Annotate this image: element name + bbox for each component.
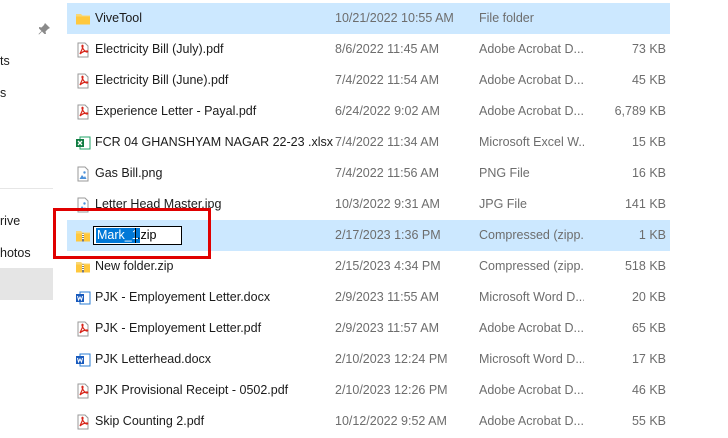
file-name: Electricity Bill (July).pdf	[95, 42, 224, 56]
file-size: 46 KB	[631, 383, 666, 397]
file-size: 16 KB	[631, 166, 666, 180]
folder-icon	[75, 11, 91, 27]
pdf-icon	[75, 383, 91, 399]
nav-item-selected[interactable]	[0, 268, 53, 300]
file-size: 17 KB	[631, 352, 666, 366]
file-row[interactable]: PJK Letterhead.docx 2/10/2023 12:24 PM Mic…	[67, 344, 670, 375]
file-name: Skip Counting 2.pdf	[95, 414, 205, 428]
file-type: Adobe Acrobat D...	[479, 321, 584, 335]
nav-divider	[0, 188, 53, 189]
file-date-modified: 6/24/2022 9:02 AM	[335, 104, 440, 118]
highlight-annotation-box	[53, 208, 211, 259]
pdf-icon	[75, 104, 91, 120]
file-date-modified: 8/6/2022 11:45 AM	[335, 42, 440, 56]
nav-item-label[interactable]: s	[0, 86, 6, 100]
file-row[interactable]: PJK Provisional Receipt - 0502.pdf 2/10/2…	[67, 375, 670, 406]
file-row[interactable]: Electricity Bill (July).pdf 8/6/2022 11:4…	[67, 34, 670, 65]
file-size: 1 KB	[638, 228, 666, 242]
image-icon	[75, 166, 91, 182]
file-row[interactable]: Electricity Bill (June).pdf 7/4/2022 11:5…	[67, 65, 670, 96]
word-icon	[75, 352, 91, 368]
pdf-icon	[75, 321, 91, 337]
file-date-modified: 2/17/2023 1:36 PM	[335, 228, 441, 242]
file-type: Adobe Acrobat D...	[479, 383, 584, 397]
file-row[interactable]: Skip Counting 2.pdf 10/12/2022 9:52 AM Ado…	[67, 406, 670, 437]
file-size: 73 KB	[631, 42, 666, 56]
file-type: Adobe Acrobat D...	[479, 414, 584, 428]
file-date-modified: 7/4/2022 11:34 AM	[335, 135, 440, 149]
scrollbar[interactable]	[718, 0, 728, 438]
file-date-modified: 2/9/2023 11:57 AM	[335, 321, 440, 335]
file-name: PJK - Employement Letter.docx	[95, 290, 271, 304]
zip-folder-icon	[75, 259, 91, 275]
file-type: File folder	[479, 11, 534, 25]
file-type: Adobe Acrobat D...	[479, 73, 584, 87]
file-date-modified: 10/3/2022 9:31 AM	[335, 197, 440, 211]
file-type: Compressed (zipp...	[479, 228, 584, 242]
pdf-icon	[75, 42, 91, 58]
file-size: 65 KB	[631, 321, 666, 335]
excel-icon	[75, 135, 91, 151]
file-date-modified: 7/4/2022 11:56 AM	[335, 166, 440, 180]
file-type: Adobe Acrobat D...	[479, 42, 584, 56]
file-type: Microsoft Word D...	[479, 352, 584, 366]
file-date-modified: 2/15/2023 4:34 PM	[335, 259, 441, 273]
file-type: Microsoft Excel W...	[479, 135, 584, 149]
file-name: PJK Letterhead.docx	[95, 352, 212, 366]
file-date-modified: 10/21/2022 10:55 AM	[335, 11, 454, 25]
file-type: JPG File	[479, 197, 527, 211]
file-name: Gas Bill.png	[95, 166, 163, 180]
file-size: 518 KB	[624, 259, 666, 273]
file-date-modified: 7/4/2022 11:54 AM	[335, 73, 440, 87]
file-size: 20 KB	[631, 290, 666, 304]
file-row[interactable]: Experience Letter - Payal.pdf 6/24/2022 9…	[67, 96, 670, 127]
file-name: FCR 04 GHANSHYAM NAGAR 22-23 .xlsx	[95, 135, 334, 149]
file-size: 6,789 KB	[614, 104, 666, 118]
file-type: PNG File	[479, 166, 530, 180]
file-size: 15 KB	[631, 135, 666, 149]
file-size: 55 KB	[631, 414, 666, 428]
nav-item-label[interactable]: hotos	[0, 246, 31, 260]
nav-item-label[interactable]: rive	[0, 214, 20, 228]
pdf-icon	[75, 414, 91, 430]
file-type: Compressed (zipp...	[479, 259, 584, 273]
word-icon	[75, 290, 91, 306]
file-name: New folder.zip	[95, 259, 174, 273]
file-row[interactable]: ViveTool 10/21/2022 10:55 AM File folder	[67, 3, 670, 34]
file-row[interactable]: FCR 04 GHANSHYAM NAGAR 22-23 .xlsx 7/4/20…	[67, 127, 670, 158]
file-name: Electricity Bill (June).pdf	[95, 73, 229, 87]
file-date-modified: 2/10/2023 12:24 PM	[335, 352, 448, 366]
file-row[interactable]: Gas Bill.png 7/4/2022 11:56 AM PNG File 16 …	[67, 158, 670, 189]
file-date-modified: 10/12/2022 9:52 AM	[335, 414, 447, 428]
nav-item-label[interactable]: ts	[0, 54, 10, 68]
file-row[interactable]: PJK - Employement Letter.pdf 2/9/2023 11:…	[67, 313, 670, 344]
pdf-icon	[75, 73, 91, 89]
file-row[interactable]: PJK - Employement Letter.docx 2/9/2023 11…	[67, 282, 670, 313]
file-size: 45 KB	[631, 73, 666, 87]
file-size: 141 KB	[624, 197, 666, 211]
file-name: PJK - Employement Letter.pdf	[95, 321, 262, 335]
file-name: Experience Letter - Payal.pdf	[95, 104, 257, 118]
file-type: Adobe Acrobat D...	[479, 104, 584, 118]
file-name: PJK Provisional Receipt - 0502.pdf	[95, 383, 289, 397]
pin-icon[interactable]	[37, 22, 51, 36]
navigation-pane: ts s rive hotos	[0, 0, 53, 438]
file-date-modified: 2/9/2023 11:55 AM	[335, 290, 440, 304]
file-name: ViveTool	[95, 11, 143, 25]
file-type: Microsoft Word D...	[479, 290, 584, 304]
file-date-modified: 2/10/2023 12:26 PM	[335, 383, 448, 397]
